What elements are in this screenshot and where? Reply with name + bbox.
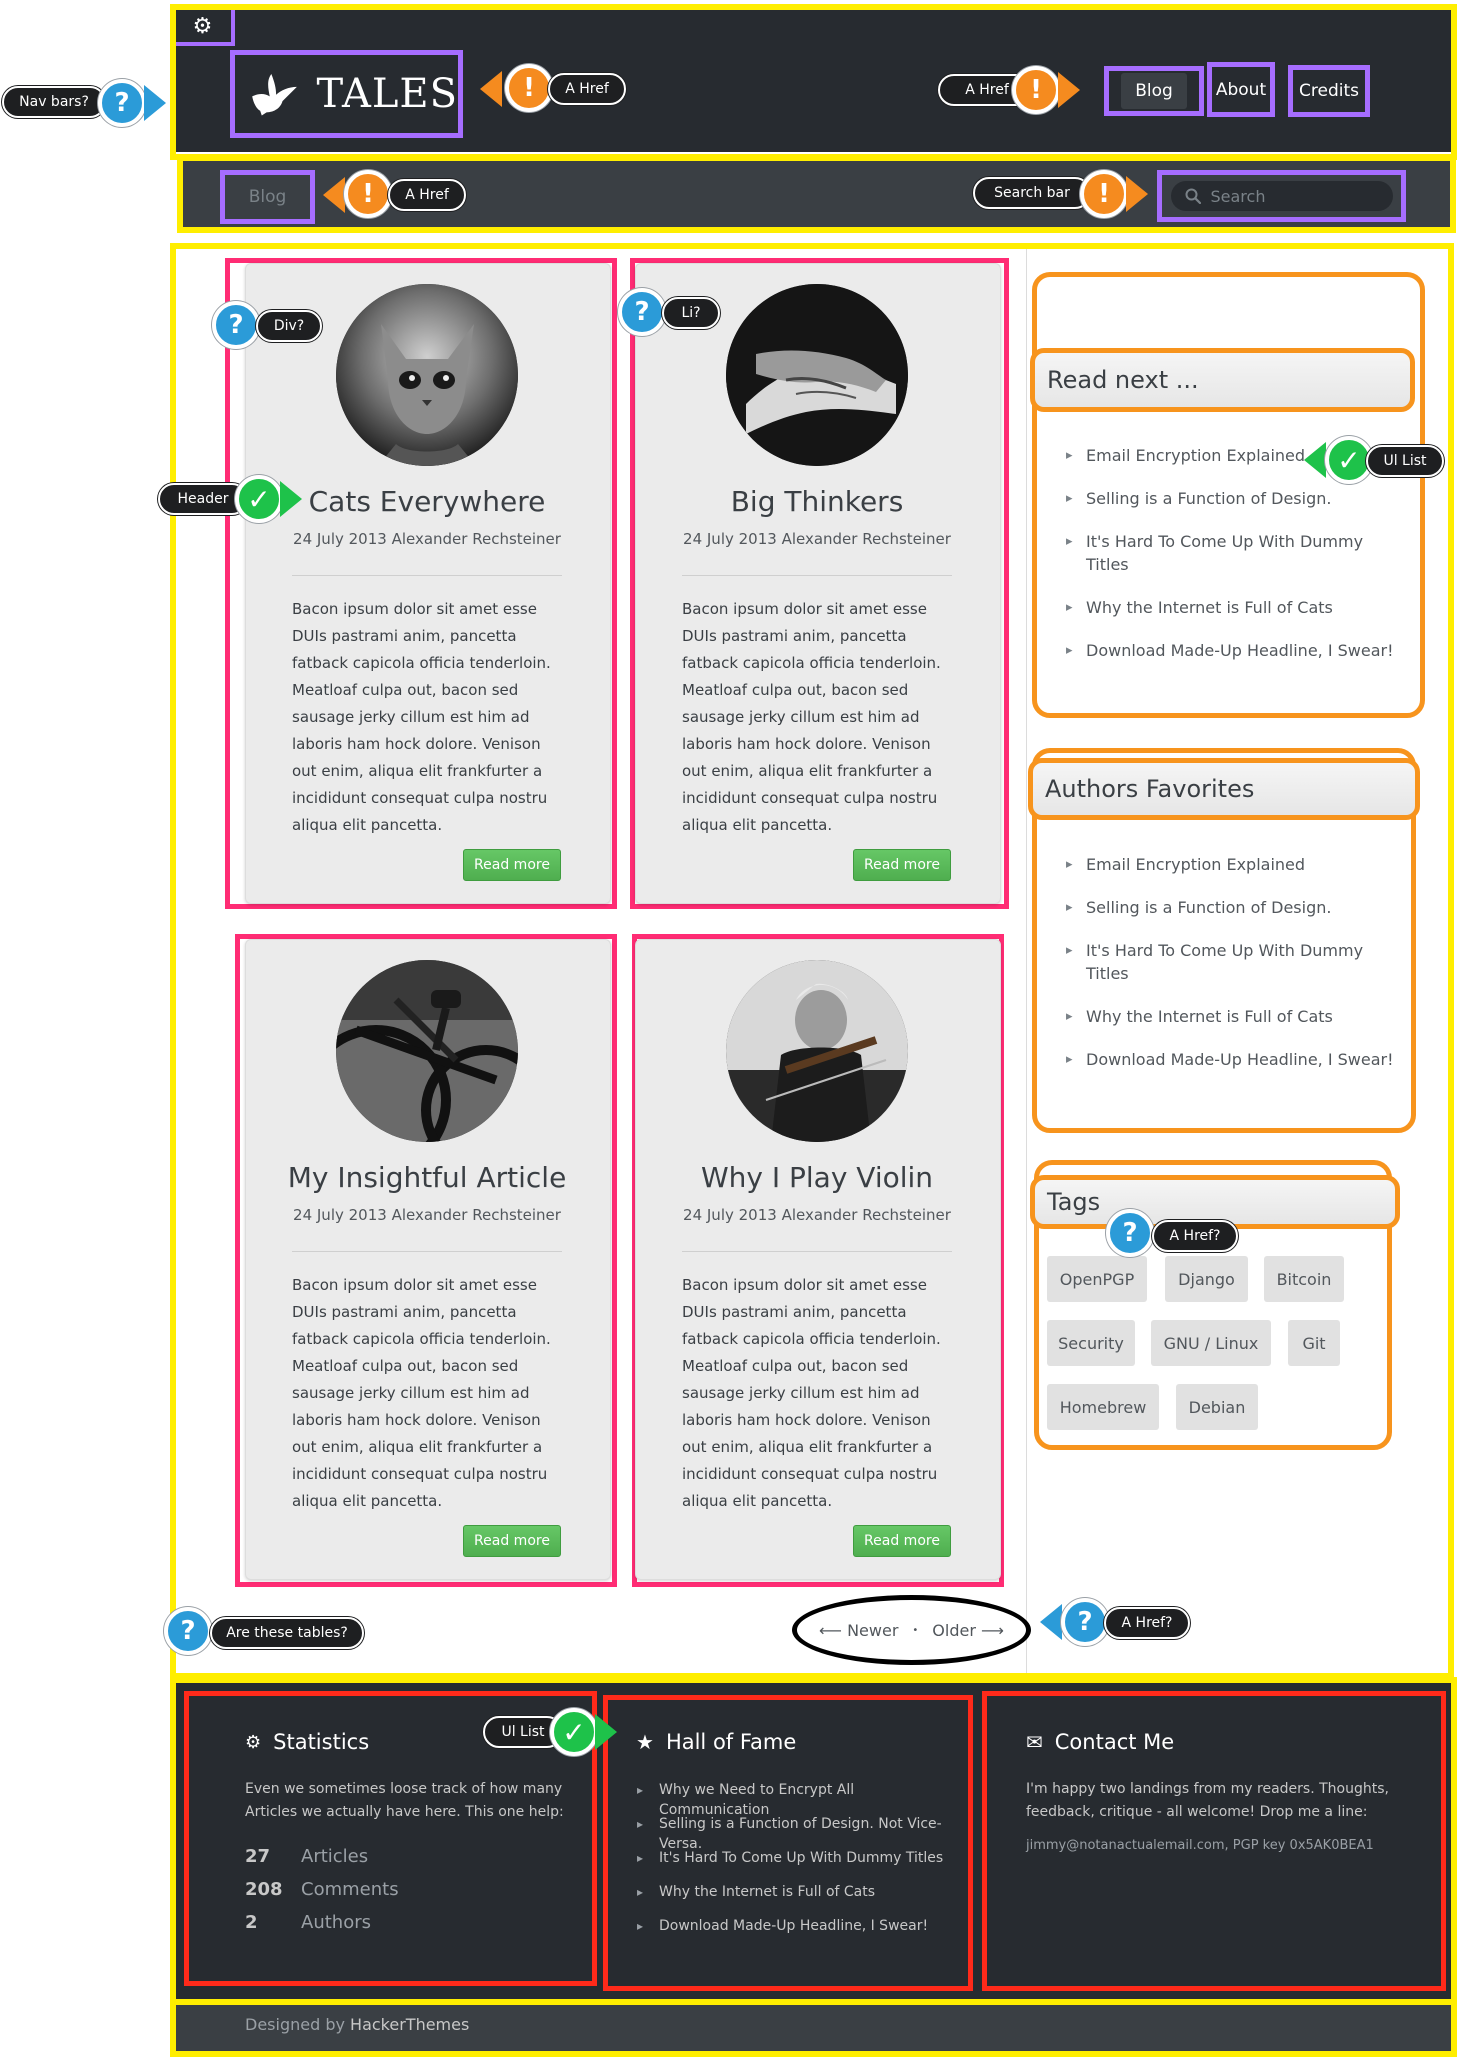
question-icon: ? [98,79,146,127]
annotation-arrow [1040,1604,1062,1640]
annotation-ul-list: Ul List [1366,445,1444,477]
warning-icon: ! [344,170,392,218]
annotation-frame-top-nav [170,4,1457,160]
question-icon: ? [1061,1598,1109,1646]
annotation-nav-bars: Nav bars? [2,86,106,118]
warning-icon: ! [1012,66,1060,114]
warning-icon: ! [505,64,553,112]
annotation-a-href-question: A Href? [1104,1607,1190,1639]
annotation-frame-footer [170,1677,1457,2005]
annotation-frame-content [170,243,1454,1679]
annotation-arrow [480,71,502,107]
annotation-a-href: A Href [388,179,466,211]
question-icon: ? [618,288,666,336]
check-icon: ✓ [235,475,283,523]
annotation-a-href-question: A Href? [1152,1220,1238,1252]
question-icon: ? [1106,1209,1154,1257]
warning-icon: ! [1080,170,1128,218]
annotation-tables: Are these tables? [210,1617,364,1649]
annotation-div: Div? [256,310,322,342]
annotation-li: Li? [662,297,720,329]
annotation-a-href: A Href [548,73,626,105]
annotation-arrow [280,481,302,517]
annotation-arrow [323,177,345,213]
annotation-search-bar: Search bar [973,177,1091,209]
question-icon: ? [212,301,260,349]
annotation-arrow [1126,176,1148,212]
annotation-arrow [595,1714,617,1750]
question-icon: ? [164,1607,212,1655]
annotation-frame-footer-bottom [170,1999,1457,2057]
annotation-arrow [1304,442,1326,478]
check-icon: ✓ [550,1708,598,1756]
annotation-arrow [144,85,166,121]
annotation-arrow [1058,72,1080,108]
